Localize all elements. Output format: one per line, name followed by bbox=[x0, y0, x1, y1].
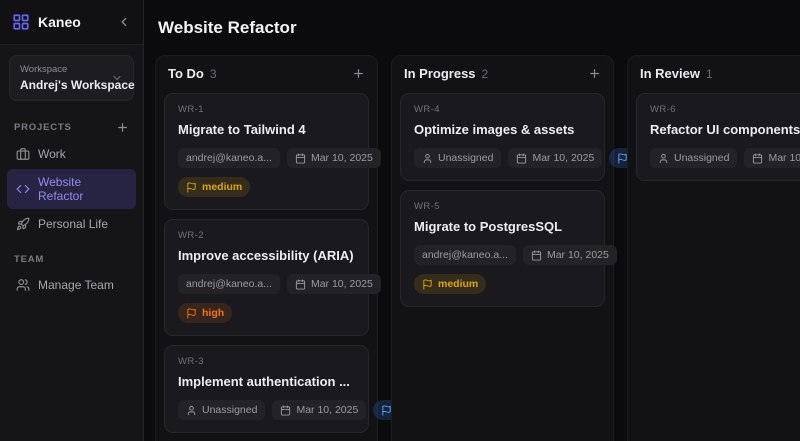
due-date-chip: Mar 10, 2025 bbox=[272, 400, 366, 420]
flag-icon bbox=[186, 308, 197, 319]
sidebar-item-label: Website Refactor bbox=[38, 175, 127, 203]
column-count: 1 bbox=[706, 67, 713, 81]
column-name: In Progress bbox=[404, 66, 476, 81]
main-content: Website Refactor To Do 3 WR-1 bbox=[144, 0, 800, 441]
user-icon bbox=[658, 153, 669, 164]
calendar-icon bbox=[295, 153, 306, 164]
priority-badge: medium bbox=[178, 177, 250, 197]
add-task-button[interactable] bbox=[352, 67, 365, 80]
calendar-icon bbox=[531, 250, 542, 261]
task-card-wr-4[interactable]: WR-4 Optimize images & assets Unassigned… bbox=[400, 93, 605, 181]
due-date-chip: Mar 10, 2025 bbox=[287, 274, 381, 294]
task-card-wr-1[interactable]: WR-1 Migrate to Tailwind 4 andrej@kaneo.… bbox=[164, 93, 369, 210]
code-icon bbox=[16, 182, 30, 196]
briefcase-icon bbox=[16, 147, 30, 161]
calendar-icon bbox=[752, 153, 763, 164]
assignee-chip: andrej@kaneo.a... bbox=[178, 274, 280, 294]
add-project-button[interactable] bbox=[116, 121, 129, 134]
column-name: To Do bbox=[168, 66, 204, 81]
calendar-icon bbox=[280, 405, 291, 416]
task-card-wr-6[interactable]: WR-6 Refactor UI components Unassigned M… bbox=[636, 93, 800, 181]
priority-badge: high bbox=[178, 303, 232, 323]
sidebar-item-label: Personal Life bbox=[38, 217, 108, 231]
column-header: To Do 3 bbox=[156, 56, 377, 89]
team-section-header: TEAM bbox=[0, 254, 143, 265]
chevron-down-icon bbox=[111, 72, 123, 84]
add-task-button[interactable] bbox=[588, 67, 601, 80]
task-id: WR-1 bbox=[178, 104, 355, 115]
task-title: Improve accessibility (ARIA) bbox=[178, 248, 355, 263]
due-date-chip: Mar 10, 2025 bbox=[744, 148, 800, 168]
column-cards: WR-6 Refactor UI components Unassigned M… bbox=[628, 89, 800, 185]
assignee-chip: Unassigned bbox=[650, 148, 737, 168]
app-name: Kaneo bbox=[38, 14, 109, 30]
task-title: Implement authentication ... bbox=[178, 374, 355, 389]
due-date-chip: Mar 10, 2025 bbox=[523, 245, 617, 265]
sidebar-collapse-button[interactable] bbox=[117, 15, 131, 29]
kanban-board: To Do 3 WR-1 Migrate to Tailwind 4 bbox=[144, 55, 800, 441]
task-id: WR-5 bbox=[414, 201, 591, 212]
column-cards: WR-4 Optimize images & assets Unassigned… bbox=[392, 89, 613, 311]
page-header: Website Refactor bbox=[144, 0, 800, 55]
task-title: Optimize images & assets bbox=[414, 122, 591, 137]
rocket-icon bbox=[16, 217, 30, 231]
flag-icon bbox=[186, 182, 197, 193]
sidebar: Kaneo Workspace Andrej's Workspace PROJE… bbox=[0, 0, 144, 441]
team-section-label: TEAM bbox=[14, 254, 44, 265]
task-id: WR-6 bbox=[650, 104, 800, 115]
assignee-chip: Unassigned bbox=[178, 400, 265, 420]
sidebar-item-website-refactor[interactable]: Website Refactor bbox=[7, 169, 136, 209]
grid-logo-icon bbox=[12, 13, 30, 31]
user-icon bbox=[422, 153, 433, 164]
column-count: 3 bbox=[210, 67, 217, 81]
assignee-chip: andrej@kaneo.a... bbox=[414, 245, 516, 265]
workspace-name: Andrej's Workspace bbox=[20, 78, 111, 92]
workspace-selector[interactable]: Workspace Andrej's Workspace bbox=[9, 55, 134, 101]
user-icon bbox=[186, 405, 197, 416]
column-cards: WR-1 Migrate to Tailwind 4 andrej@kaneo.… bbox=[156, 89, 377, 437]
projects-section-header: PROJECTS bbox=[0, 121, 143, 134]
priority-badge: medium bbox=[414, 274, 486, 294]
task-id: WR-2 bbox=[178, 230, 355, 241]
app-root: Kaneo Workspace Andrej's Workspace PROJE… bbox=[0, 0, 800, 441]
workspace-text: Workspace Andrej's Workspace bbox=[20, 64, 111, 92]
workspace-label: Workspace bbox=[20, 64, 111, 75]
page-title: Website Refactor bbox=[158, 18, 297, 38]
calendar-icon bbox=[516, 153, 527, 164]
sidebar-item-work[interactable]: Work bbox=[7, 141, 136, 167]
sidebar-item-label: Work bbox=[38, 147, 66, 161]
column-count: 2 bbox=[482, 67, 489, 81]
column-todo: To Do 3 WR-1 Migrate to Tailwind 4 bbox=[155, 55, 378, 441]
users-icon bbox=[16, 278, 30, 292]
task-title: Migrate to PostgresSQL bbox=[414, 219, 591, 234]
assignee-chip: Unassigned bbox=[414, 148, 501, 168]
column-in-progress: In Progress 2 WR-4 Optimize images & ass… bbox=[391, 55, 614, 441]
column-header: In Progress 2 bbox=[392, 56, 613, 89]
sidebar-item-label: Manage Team bbox=[38, 278, 114, 292]
sidebar-item-manage-team[interactable]: Manage Team bbox=[7, 272, 136, 298]
due-date-chip: Mar 10, 2025 bbox=[508, 148, 602, 168]
due-date-chip: Mar 10, 2025 bbox=[287, 148, 381, 168]
task-id: WR-4 bbox=[414, 104, 591, 115]
task-card-wr-5[interactable]: WR-5 Migrate to PostgresSQL andrej@kaneo… bbox=[400, 190, 605, 307]
assignee-chip: andrej@kaneo.a... bbox=[178, 148, 280, 168]
flag-icon bbox=[422, 279, 433, 290]
task-card-wr-3[interactable]: WR-3 Implement authentication ... Unassi… bbox=[164, 345, 369, 433]
column-header: In Review 1 bbox=[628, 56, 800, 89]
projects-section-label: PROJECTS bbox=[14, 122, 72, 133]
task-title: Migrate to Tailwind 4 bbox=[178, 122, 355, 137]
task-title: Refactor UI components bbox=[650, 122, 800, 137]
column-in-review: In Review 1 WR-6 Refactor UI components bbox=[627, 55, 800, 441]
calendar-icon bbox=[295, 279, 306, 290]
task-id: WR-3 bbox=[178, 356, 355, 367]
task-card-wr-2[interactable]: WR-2 Improve accessibility (ARIA) andrej… bbox=[164, 219, 369, 336]
sidebar-header: Kaneo bbox=[0, 0, 143, 45]
column-name: In Review bbox=[640, 66, 700, 81]
sidebar-item-personal-life[interactable]: Personal Life bbox=[7, 211, 136, 237]
